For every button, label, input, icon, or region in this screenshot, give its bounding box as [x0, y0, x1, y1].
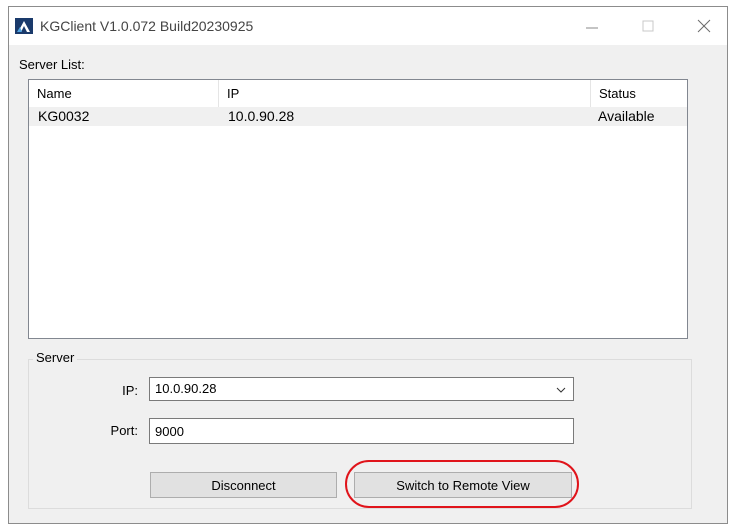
- server-list-header: Name IP Status: [29, 80, 687, 107]
- port-input-box: [149, 418, 574, 444]
- port-label: Port:: [110, 423, 138, 438]
- close-button[interactable]: [681, 7, 727, 45]
- server-list-label: Server List:: [19, 57, 85, 72]
- server-status-cell: Available: [598, 108, 655, 124]
- column-header-name[interactable]: Name: [29, 80, 219, 107]
- ip-combobox-value: 10.0.90.28: [155, 381, 217, 396]
- column-header-status[interactable]: Status: [591, 80, 687, 107]
- ip-label: IP:: [122, 383, 138, 398]
- port-input[interactable]: [150, 419, 573, 443]
- app-logo-icon: [15, 18, 33, 34]
- server-name-cell: KG0032: [38, 108, 90, 124]
- column-header-ip[interactable]: IP: [219, 80, 591, 107]
- ip-combobox[interactable]: 10.0.90.28: [149, 377, 574, 401]
- disconnect-button[interactable]: Disconnect: [150, 472, 337, 498]
- close-icon: [697, 19, 711, 33]
- server-list-row[interactable]: KG0032 10.0.90.28 Available: [29, 107, 687, 126]
- server-groupbox-label: Server: [33, 350, 78, 365]
- switch-to-remote-view-button[interactable]: Switch to Remote View: [354, 472, 572, 498]
- server-list[interactable]: Name IP Status KG0032 10.0.90.28 Availab…: [28, 79, 688, 339]
- maximize-button[interactable]: [625, 7, 671, 45]
- title-bar[interactable]: KGClient V1.0.072 Build20230925: [9, 7, 727, 45]
- minimize-button[interactable]: [569, 7, 615, 45]
- minimize-icon: [586, 27, 598, 29]
- maximize-icon: [642, 20, 654, 32]
- window-title: KGClient V1.0.072 Build20230925: [40, 18, 254, 34]
- server-ip-cell: 10.0.90.28: [228, 108, 295, 124]
- chevron-down-icon[interactable]: [555, 384, 567, 396]
